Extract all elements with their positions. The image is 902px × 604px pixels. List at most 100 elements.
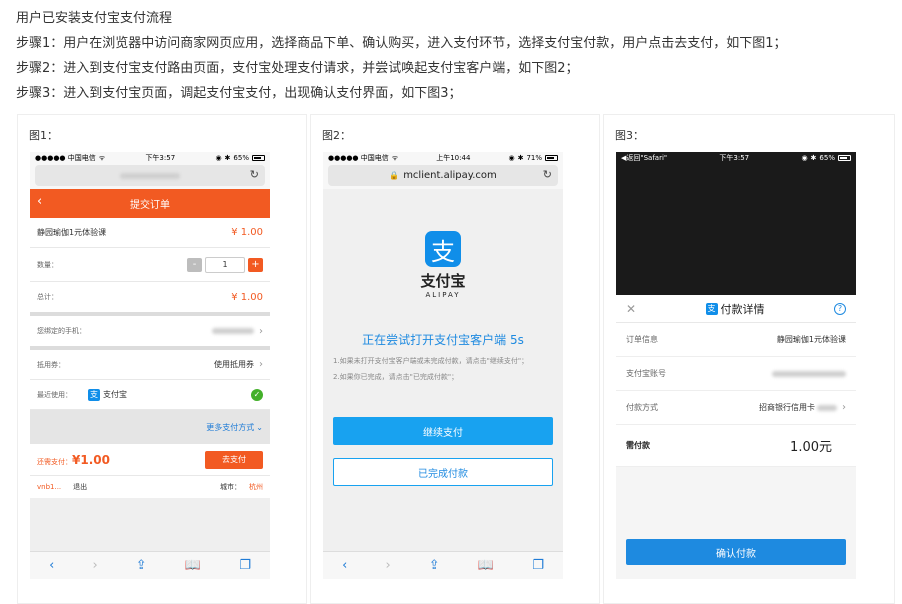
- figure-2-panel: 图2： ●●●●● 中国电信 ᯤ 上午10:44 ◉ ✱ 71% 🔒 mclient.…: [310, 114, 600, 604]
- figure-2-caption: 图2：: [322, 129, 351, 142]
- pay-button[interactable]: 去支付: [205, 450, 263, 469]
- browser-toolbar: ‹ › ⇪ 📖 ❐: [30, 551, 270, 579]
- check-icon: ✓: [251, 388, 263, 401]
- battery-icon: [545, 155, 558, 161]
- forward-icon[interactable]: ›: [385, 558, 390, 573]
- recent-method-row[interactable]: 最近使用： 支 支付宝 ✓: [30, 380, 270, 410]
- status-bar: ●●●●● 中国电信 ᯤ 下午3:57 ◉ ✱ 65%: [30, 152, 270, 164]
- figure-3-caption: 图3：: [615, 129, 644, 142]
- reload-icon[interactable]: ↻: [250, 168, 259, 181]
- back-icon[interactable]: ‹: [49, 558, 54, 573]
- quantity-row: 数量： - 1 +: [30, 248, 270, 282]
- recent-method-name: 支付宝: [103, 390, 127, 399]
- quantity-stepper[interactable]: - 1 +: [187, 256, 263, 273]
- battery-percent: 65%: [819, 154, 835, 162]
- continue-pay-button[interactable]: 继续支付: [333, 417, 553, 445]
- carrier-text: ●●●●● 中国电信: [328, 154, 389, 162]
- need-pay-label: 需付款: [626, 441, 650, 450]
- need-pay-amount: ¥1.00: [72, 452, 110, 467]
- alipay-brand-en: ALIPAY: [425, 291, 461, 299]
- bluetooth-icon: ✱: [224, 154, 231, 162]
- url-text: mclient.alipay.com: [403, 170, 497, 181]
- payment-done-button[interactable]: 已完成付款: [333, 458, 553, 486]
- footer-row: vnb1... 退出 城市： 杭州: [30, 476, 270, 498]
- carrier-text: ●●●●● 中国电信: [35, 154, 96, 162]
- order-info-row: 订单信息 静园瑜伽1元体验课: [616, 323, 856, 357]
- bound-phone-label: 您绑定的手机：: [37, 327, 86, 335]
- coupon-value: 使用抵用券: [214, 360, 254, 369]
- step1-text: 步骤1：用户在浏览器中访问商家网页应用，选择商品下单、确认购买，进入支付环节，选…: [16, 36, 787, 51]
- help-icon[interactable]: ?: [834, 302, 846, 315]
- back-icon[interactable]: ‹: [342, 558, 347, 573]
- user-name[interactable]: vnb1...: [37, 483, 61, 491]
- total-label: 总计：: [37, 293, 58, 301]
- tabs-icon[interactable]: ❐: [239, 558, 251, 573]
- tip-1: 1.如果未打开支付宝客户端或未完成付款，请点击"继续支付"；: [333, 357, 529, 365]
- battery-percent: 65%: [233, 154, 249, 162]
- status-time: 上午10:44: [436, 154, 471, 162]
- decrease-button[interactable]: -: [187, 257, 202, 272]
- back-to-safari-link[interactable]: ◀返回"Safari": [621, 153, 667, 163]
- tabs-icon[interactable]: ❐: [532, 558, 544, 573]
- phone-screen-2: ●●●●● 中国电信 ᯤ 上午10:44 ◉ ✱ 71% 🔒 mclient.alip…: [323, 152, 563, 579]
- quantity-label: 数量：: [37, 260, 58, 269]
- chevron-right-icon: ›: [259, 325, 263, 337]
- url-blurred: [120, 172, 180, 179]
- figure-1-caption: 图1：: [29, 129, 58, 142]
- lock-icon: ◉: [508, 154, 515, 162]
- pay-row: 还需支付： ¥1.00 去支付: [30, 444, 270, 476]
- url-bar[interactable]: ↻: [35, 165, 265, 186]
- bluetooth-icon: ✱: [810, 154, 817, 162]
- coupon-label: 抵用券：: [37, 360, 65, 369]
- chevron-right-icon: ›: [842, 402, 846, 413]
- share-icon[interactable]: ⇪: [136, 558, 147, 573]
- total-price: ¥ 1.00: [231, 291, 263, 303]
- status-time: 下午3:57: [145, 154, 176, 162]
- close-icon[interactable]: ✕: [626, 302, 636, 316]
- forward-icon[interactable]: ›: [92, 558, 97, 573]
- status-time: 下午3:57: [719, 154, 750, 162]
- bluetooth-icon: ✱: [517, 154, 524, 162]
- dimmed-background: ◀返回"Safari" 下午3:57 ◉ ✱ 65%: [616, 152, 856, 295]
- url-bar[interactable]: 🔒 mclient.alipay.com ↻: [328, 165, 558, 186]
- alipay-icon: 支: [705, 302, 718, 315]
- logout-link[interactable]: 退出: [73, 482, 87, 492]
- reload-icon[interactable]: ↻: [543, 168, 552, 181]
- need-pay-row: 需付款 1.00元: [616, 425, 856, 467]
- confirm-pay-button[interactable]: 确认付款: [626, 539, 846, 565]
- browser-toolbar: ‹ › ⇪ 📖 ❐: [323, 551, 563, 579]
- lock-icon: ◉: [215, 154, 222, 162]
- phone-screen-1: ●●●●● 中国电信 ᯤ 下午3:57 ◉ ✱ 65% ↻ ‹ 提交订单 静园瑜伽1元…: [30, 152, 270, 579]
- payment-method-row[interactable]: 付款方式 招商银行信用卡 ›: [616, 391, 856, 425]
- bookmarks-icon[interactable]: 📖: [478, 558, 494, 573]
- product-row: 静园瑜伽1元体验课 ¥ 1.00: [30, 218, 270, 248]
- wifi-icon: ᯤ: [98, 153, 106, 162]
- sheet-title: 付款详情: [720, 302, 765, 316]
- trying-open-text: 正在尝试打开支付宝客户端 5s: [362, 333, 524, 347]
- order-info-label: 订单信息: [626, 335, 658, 344]
- payment-method-label: 付款方式: [626, 403, 658, 412]
- coupon-row[interactable]: 抵用券： 使用抵用券 ›: [30, 350, 270, 380]
- city-value[interactable]: 杭州: [249, 482, 263, 492]
- more-methods-row[interactable]: 更多支付方式 ⌄: [30, 410, 270, 444]
- battery-icon: [837, 155, 851, 161]
- increase-button[interactable]: +: [248, 257, 263, 272]
- lock-icon: 🔒: [389, 171, 400, 180]
- back-arrow-icon[interactable]: ‹: [37, 194, 42, 209]
- product-price: ¥ 1.00: [231, 227, 263, 238]
- step3-text: 步骤3：进入到支付宝页面，调起支付宝支付，出现确认支付界面，如下图3；: [16, 86, 462, 101]
- chevron-right-icon: ›: [259, 359, 263, 370]
- payment-method-value: 招商银行信用卡: [759, 403, 815, 412]
- total-row: 总计： ¥ 1.00: [30, 282, 270, 312]
- chevron-down-icon: ⌄: [256, 422, 263, 432]
- share-icon[interactable]: ⇪: [429, 558, 440, 573]
- more-methods-link[interactable]: 更多支付方式: [206, 422, 254, 433]
- quantity-input[interactable]: 1: [205, 256, 245, 273]
- phone-screen-3: ◀返回"Safari" 下午3:57 ◉ ✱ 65% ✕ 支付款详情 ? 订单信息 …: [616, 152, 856, 579]
- alipay-icon: 支: [88, 388, 100, 401]
- recent-label: 最近使用：: [37, 390, 72, 399]
- card-number-blurred: [817, 404, 837, 411]
- need-pay-label: 还需支付：: [37, 457, 72, 466]
- bound-phone-row[interactable]: 您绑定的手机： ›: [30, 316, 270, 346]
- bookmarks-icon[interactable]: 📖: [185, 558, 201, 573]
